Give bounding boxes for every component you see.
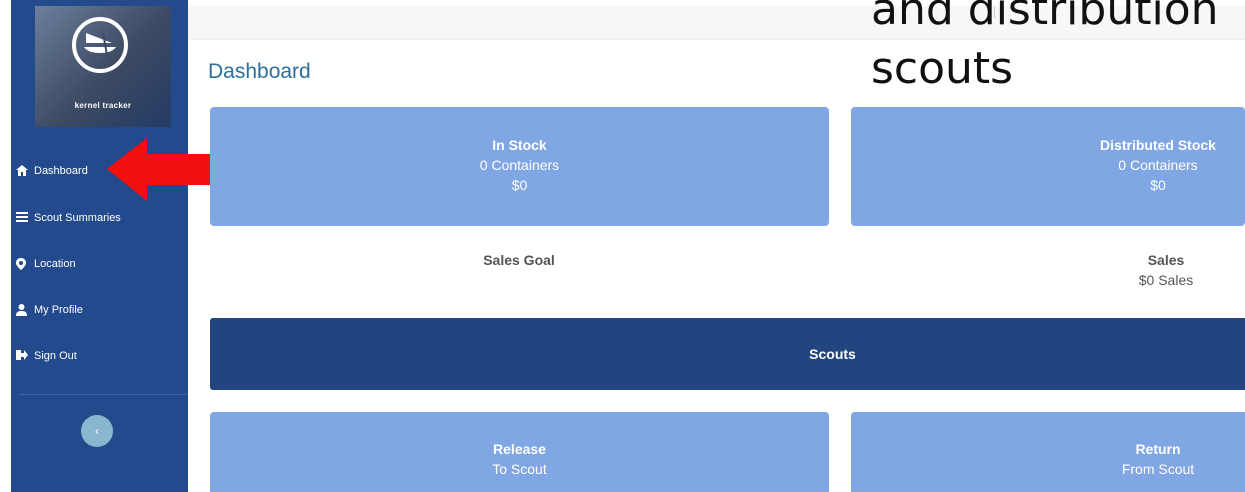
sidebar-item-label: Location (34, 258, 76, 270)
sidebar-item-label: My Profile (34, 304, 83, 316)
sidebar-item-label: Dashboard (34, 165, 88, 177)
home-icon (16, 165, 30, 177)
stat-title: Sales (1147, 252, 1185, 268)
page-title: Dashboard (208, 60, 311, 83)
sidebar-item-sign-out[interactable]: Sign Out (11, 341, 188, 371)
card-value: $0 (511, 177, 528, 193)
sidebar-divider (19, 394, 187, 395)
card-containers: 0 Containers (1118, 157, 1198, 173)
overlay-caption-line1: and distribution (871, 0, 1219, 35)
scouts-button[interactable]: Scouts (210, 318, 1245, 390)
release-card[interactable]: Release To Scout (210, 412, 829, 492)
card-subtitle: From Scout (1121, 461, 1195, 477)
canoe-logo-icon (72, 17, 128, 73)
scouts-label: Scouts (809, 346, 856, 362)
card-title: Distributed Stock (1100, 137, 1216, 153)
card-title: Return (1135, 441, 1181, 457)
distributed-stock-card[interactable]: Distributed Stock 0 Containers $0 (851, 107, 1245, 226)
card-title: In Stock (492, 137, 547, 153)
sidebar-item-label: Scout Summaries (34, 212, 121, 224)
overlay-caption-line2: scouts (871, 43, 1014, 94)
card-subtitle: To Scout (492, 461, 547, 477)
sidebar-item-label: Sign Out (34, 350, 77, 362)
brand-logo[interactable]: kernel tracker (35, 6, 171, 127)
brand-name: kernel tracker (74, 101, 132, 110)
stat-title: Sales Goal (483, 252, 555, 268)
user-icon (16, 304, 30, 316)
sidebar: kernel tracker Dashboard Scout Summaries… (11, 0, 188, 492)
sales-stat: Sales $0 Sales (1066, 250, 1245, 290)
collapse-sidebar-button[interactable]: ‹ (81, 415, 113, 447)
pointer-arrow-icon (107, 138, 224, 201)
map-marker-icon (16, 258, 30, 270)
card-value: $0 (1150, 177, 1166, 193)
sidebar-item-my-profile[interactable]: My Profile (11, 295, 188, 325)
sidebar-item-scout-summaries[interactable]: Scout Summaries (11, 203, 188, 233)
return-card[interactable]: Return From Scout (851, 412, 1245, 492)
in-stock-card[interactable]: In Stock 0 Containers $0 (210, 107, 829, 226)
sales-goal-stat: Sales Goal (419, 250, 619, 270)
sign-out-icon (16, 350, 30, 362)
card-title: Release (493, 441, 546, 457)
card-containers: 0 Containers (479, 157, 560, 173)
stat-value: $0 Sales (1138, 272, 1194, 288)
sidebar-item-location[interactable]: Location (11, 249, 188, 279)
list-icon (16, 212, 30, 224)
